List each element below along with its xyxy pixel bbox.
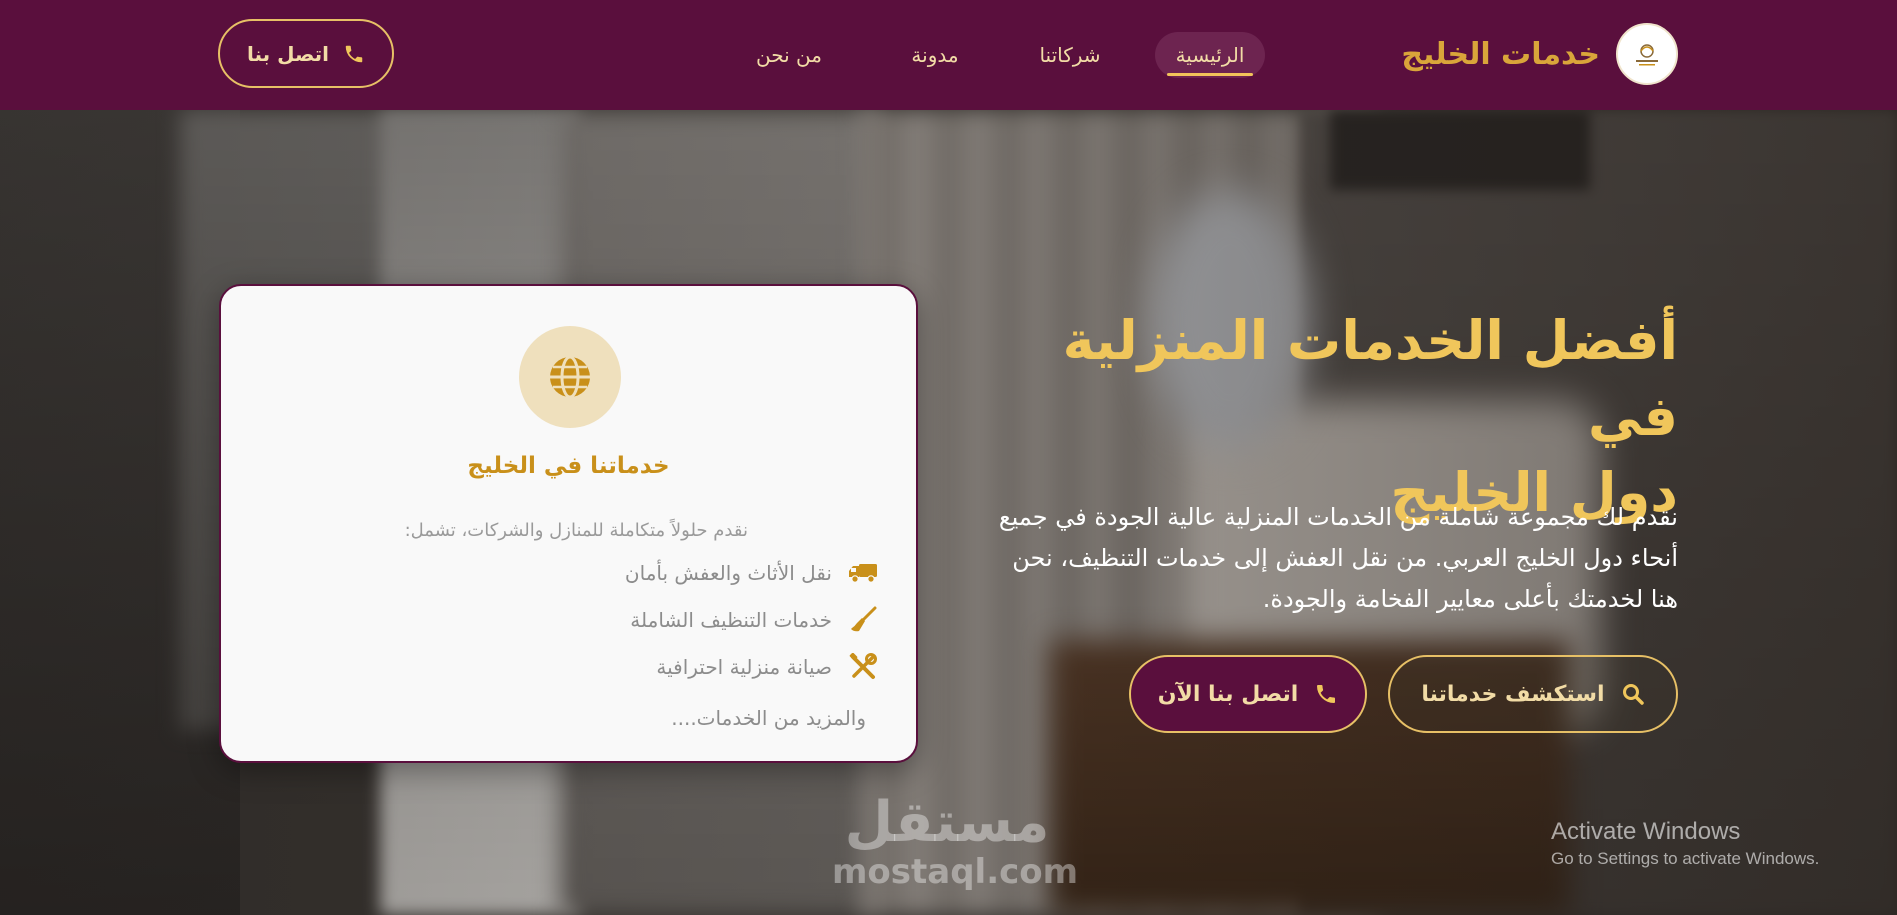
hero-description-line2: أنحاء دول الخليج العربي. من نقل العفش إل…: [1012, 544, 1678, 572]
tools-icon: [848, 652, 878, 682]
broom-icon: [848, 605, 878, 635]
logo-emblem-icon: [1636, 44, 1658, 66]
services-card: خدماتنا في الخليج نقدم حلولاً متكاملة لل…: [219, 284, 918, 763]
card-title: خدماتنا في الخليج: [467, 453, 670, 479]
nav-item-companies[interactable]: شركاتنا: [1020, 32, 1120, 78]
nav-item-about-label: من نحن: [756, 43, 822, 67]
nav-item-blog-label: مدونة: [911, 43, 959, 67]
nav-item-about[interactable]: من نحن: [738, 32, 840, 78]
card-icon-circle: [519, 326, 621, 428]
explore-services-label: استكشف خدماتنا: [1421, 681, 1605, 707]
nav-item-companies-label: شركاتنا: [1039, 43, 1101, 67]
card-intro: نقدم حلولاً متكاملة للمنازل والشركات، تش…: [404, 520, 748, 541]
service-label-cleaning: خدمات التنظيف الشاملة: [630, 607, 832, 632]
header-contact-button[interactable]: اتصل بنا: [218, 19, 394, 88]
hero-title-line1: أفضل الخدمات المنزلية في: [1062, 309, 1678, 448]
service-label-moving: نقل الأثاث والعفش بأمان: [624, 560, 832, 585]
card-more-text: والمزيد من الخدمات....: [671, 706, 866, 730]
truck-icon: [848, 558, 878, 588]
search-icon: [1622, 684, 1644, 705]
active-nav-underline: [1167, 73, 1253, 76]
phone-icon: [345, 45, 363, 62]
brand-logo[interactable]: [1616, 23, 1678, 85]
services-list: نقل الأثاث والعفش بأمان خدمات التنظيف ال…: [625, 549, 878, 690]
contact-now-label: اتصل بنا الآن: [1157, 681, 1299, 707]
explore-services-button[interactable]: استكشف خدماتنا: [1388, 655, 1678, 733]
hero-section: أفضل الخدمات المنزلية في دول الخليج نقدم…: [0, 110, 1897, 915]
mostaql-watermark: مستقل mostaql.com: [832, 790, 1079, 892]
brand[interactable]: خدمات الخليج: [1401, 23, 1678, 85]
activate-windows-subtitle: Go to Settings to activate Windows.: [1551, 849, 1820, 868]
nav-item-home-label: الرئيسية: [1175, 43, 1245, 67]
globe-icon: [550, 355, 590, 399]
service-label-maintenance: صيانة منزلية احترافية: [656, 654, 832, 679]
list-item: خدمات التنظيف الشاملة: [625, 596, 878, 643]
mostaql-watermark-url: mostaql.com: [832, 852, 1079, 892]
mostaql-watermark-arabic: مستقل: [844, 790, 1050, 855]
header-contact-label: اتصل بنا: [246, 41, 330, 66]
phone-icon: [1317, 685, 1336, 703]
nav-item-blog[interactable]: مدونة: [885, 32, 985, 78]
contact-now-button[interactable]: اتصل بنا الآن: [1129, 655, 1367, 733]
list-item: صيانة منزلية احترافية: [625, 643, 878, 690]
activate-windows-notice: Activate Windows Go to Settings to activ…: [1551, 816, 1819, 870]
activate-windows-title: Activate Windows: [1551, 818, 1741, 845]
list-item: نقل الأثاث والعفش بأمان: [625, 549, 878, 596]
nav-item-home[interactable]: الرئيسية: [1155, 32, 1265, 78]
hero-description-line3: هنا لخدمتك بأعلى معايير الفخامة والجودة.: [1262, 585, 1678, 613]
brand-name[interactable]: خدمات الخليج: [1401, 37, 1600, 72]
navbar: خدمات الخليج الرئيسية شركاتنا مدونة من ن…: [0, 0, 1897, 110]
hero-description-line1: نقدم لك مجموعة شاملة من الخدمات المنزلية…: [998, 503, 1678, 531]
hero-description: نقدم لك مجموعة شاملة من الخدمات المنزلية…: [958, 497, 1678, 620]
